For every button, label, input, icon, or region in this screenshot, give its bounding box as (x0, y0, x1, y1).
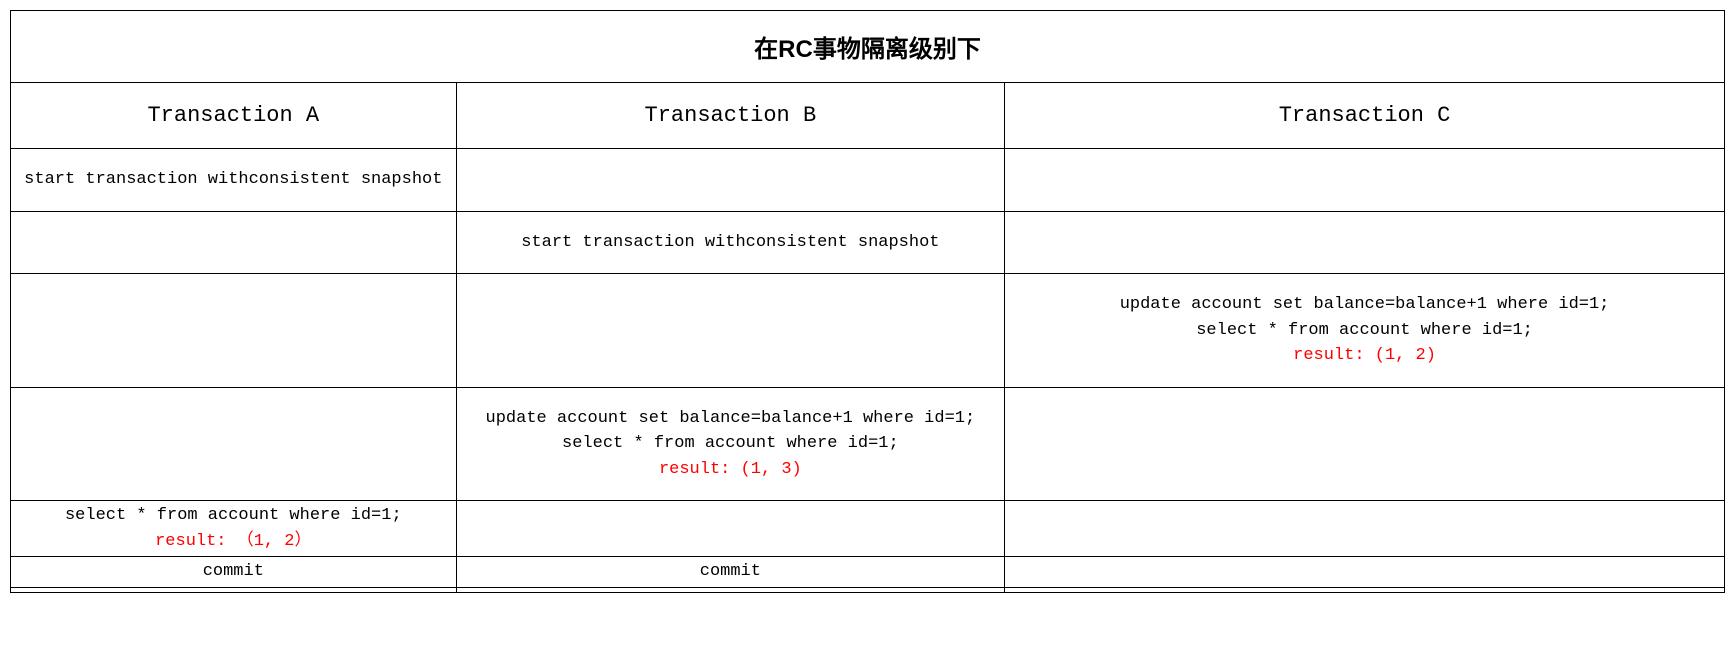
cell-c (1005, 501, 1725, 557)
cell-c (1005, 587, 1725, 592)
transaction-table: 在RC事物隔离级别下 Transaction A Transaction B T… (10, 10, 1725, 593)
table-row: update account set balance=balance+1 whe… (11, 274, 1725, 388)
cell-a (11, 274, 457, 388)
result-text: result: (1, 2) (1013, 343, 1716, 369)
cell-b (456, 587, 1004, 592)
cell-a: commit (11, 557, 457, 588)
cell-text: select * from account where id=1; (19, 503, 448, 529)
cell-text: update account set balance=balance+1 whe… (1013, 292, 1716, 318)
cell-c (1005, 211, 1725, 274)
cell-b: start transaction withconsistent snapsho… (456, 211, 1004, 274)
table-row: commit commit (11, 557, 1725, 588)
table-row: select * from account where id=1;result:… (11, 501, 1725, 557)
cell-b (456, 274, 1004, 388)
cell-a (11, 211, 457, 274)
table-row (11, 587, 1725, 592)
cell-a (11, 387, 457, 501)
cell-c (1005, 149, 1725, 212)
table-title-row: 在RC事物隔离级别下 (11, 11, 1725, 83)
table-row: start transaction withconsistent snapsho… (11, 149, 1725, 212)
table-header-row: Transaction A Transaction B Transaction … (11, 83, 1725, 149)
cell-a: select * from account where id=1;result:… (11, 501, 457, 557)
cell-a: start transaction withconsistent snapsho… (11, 149, 457, 212)
table-row: update account set balance=balance+1 whe… (11, 387, 1725, 501)
column-header-a: Transaction A (11, 83, 457, 149)
table-row: start transaction withconsistent snapsho… (11, 211, 1725, 274)
cell-text: select * from account where id=1; (1013, 318, 1716, 344)
column-header-b: Transaction B (456, 83, 1004, 149)
cell-text: select * from account where id=1; (465, 431, 996, 457)
cell-text: update account set balance=balance+1 whe… (465, 406, 996, 432)
cell-b: update account set balance=balance+1 whe… (456, 387, 1004, 501)
cell-text: start transaction withconsistent snapsho… (19, 167, 448, 193)
cell-b: commit (456, 557, 1004, 588)
cell-c: update account set balance=balance+1 whe… (1005, 274, 1725, 388)
cell-a (11, 587, 457, 592)
cell-c (1005, 387, 1725, 501)
cell-b (456, 501, 1004, 557)
table-title: 在RC事物隔离级别下 (11, 11, 1725, 83)
result-text: result: (1, 3) (465, 457, 996, 483)
result-text: result: （1, 2） (19, 529, 448, 555)
cell-text: start transaction withconsistent snapsho… (465, 230, 996, 256)
cell-b (456, 149, 1004, 212)
column-header-c: Transaction C (1005, 83, 1725, 149)
cell-text: commit (19, 559, 448, 585)
cell-text: commit (465, 559, 996, 585)
cell-c (1005, 557, 1725, 588)
